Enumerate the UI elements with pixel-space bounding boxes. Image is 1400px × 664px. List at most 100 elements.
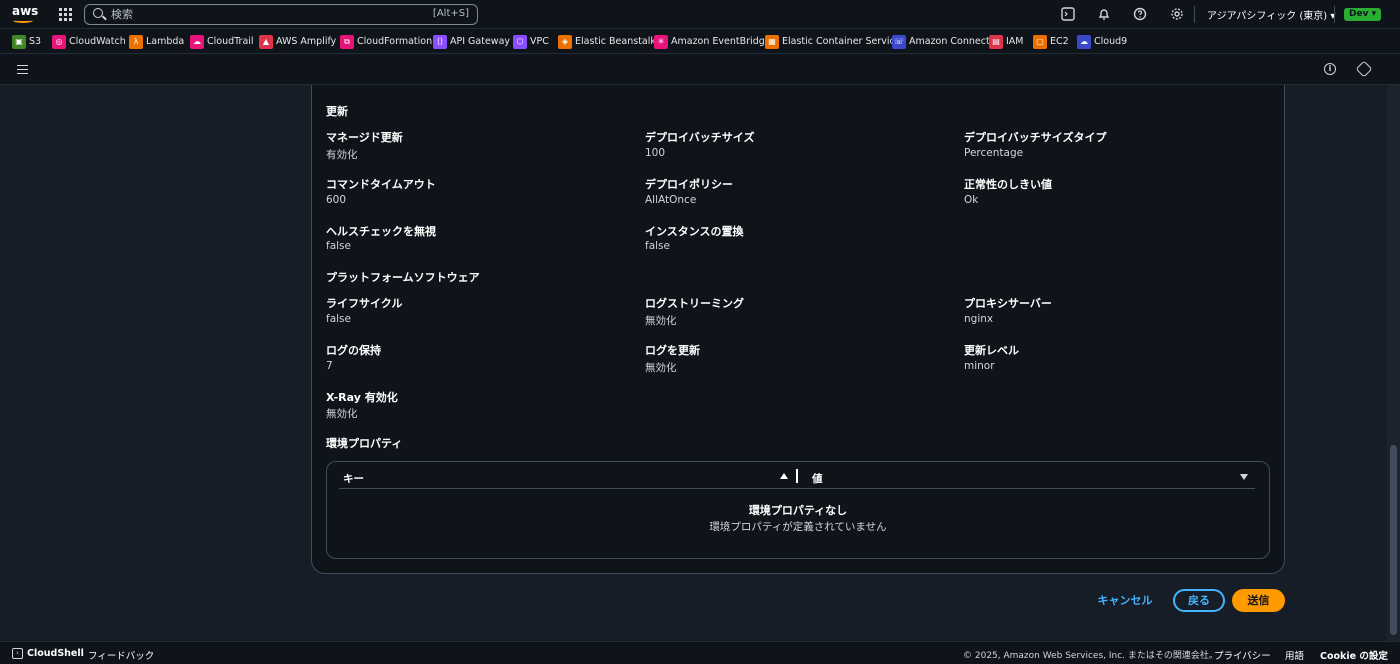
back-button[interactable]: 戻る	[1173, 589, 1225, 612]
favorite-label: Elastic Beanstalk	[575, 36, 656, 47]
update-level-label: 更新レベル	[964, 344, 1019, 357]
search-icon	[93, 8, 103, 18]
cloudformation-icon: ⧉	[340, 34, 354, 49]
env-properties-table: キー 値 環境プロパティなし 環境プロパティが定義されていません	[326, 461, 1270, 559]
favorites-bar: ▣ S3 ◎ CloudWatch λ Lambda ☁ CloudTrail ▲ AWS…	[0, 29, 1400, 54]
batch-size-type-label: デプロイバッチサイズタイプ	[964, 131, 1107, 144]
batch-size-type-value: Percentage	[964, 147, 1024, 159]
region-selector[interactable]: アジアパシフィック (東京) ▾	[1207, 7, 1335, 22]
cloudshell-link[interactable]: CloudShell	[27, 648, 84, 659]
instance-replacement-value: false	[645, 240, 670, 252]
content-header-bar: i	[0, 54, 1400, 85]
favorite-label: AWS Amplify	[276, 36, 337, 47]
favorite-label: API Gateway	[450, 36, 511, 47]
privacy-link[interactable]: プライバシー	[1214, 648, 1271, 662]
search-box[interactable]: [Alt+S]	[84, 4, 478, 25]
cloud9-icon: ☁	[1077, 34, 1091, 49]
empty-state-description: 環境プロパティが定義されていません	[709, 521, 887, 533]
submit-button[interactable]: 送信	[1232, 589, 1285, 612]
ignore-health-check-value: false	[326, 240, 351, 252]
log-retention-label: ログの保持	[326, 344, 381, 357]
log-update-value: 無効化	[645, 362, 677, 374]
favorite-lambda[interactable]: λ Lambda	[129, 34, 184, 49]
top-navigation: aws [Alt+S] アジアパシフィック (東京) ▾ Dev ▾	[0, 0, 1400, 29]
favorite-eventbridge[interactable]: ✳ Amazon EventBridge	[654, 34, 771, 49]
gear-icon[interactable]	[1170, 7, 1184, 21]
api-gateway-icon: ⟨⟩	[433, 34, 447, 49]
s3-icon: ▣	[12, 34, 26, 49]
connect-icon: ☏	[892, 34, 906, 49]
favorite-elastic-beanstalk[interactable]: ◈ Elastic Beanstalk	[558, 34, 656, 49]
copyright-text: © 2025, Amazon Web Services, Inc. またはその関…	[963, 651, 1218, 661]
favorite-label: CloudTrail	[207, 36, 254, 47]
scrollbar-thumb[interactable]	[1390, 445, 1397, 635]
batch-size-label: デプロイバッチサイズ	[645, 131, 755, 144]
health-threshold-value: Ok	[964, 194, 979, 206]
favorite-label: Lambda	[146, 36, 185, 47]
ignore-health-check-label: ヘルスチェックを無視	[326, 225, 436, 238]
favorite-ec2[interactable]: ▢ EC2	[1033, 34, 1069, 49]
settings-hexagon-icon[interactable]	[1355, 60, 1373, 78]
column-header-key[interactable]: キー	[343, 471, 364, 486]
cloudshell-icon[interactable]	[1061, 7, 1075, 21]
favorite-ecs[interactable]: ▦ Elastic Container Service	[765, 34, 901, 49]
cookie-settings-link[interactable]: Cookie の設定	[1320, 648, 1388, 662]
managed-update-label: マネージド更新	[326, 131, 403, 144]
favorite-api-gateway[interactable]: ⟨⟩ API Gateway	[433, 34, 510, 49]
log-retention-value: 7	[326, 360, 333, 372]
bell-icon[interactable]	[1097, 7, 1111, 21]
aws-logo[interactable]: aws	[12, 4, 38, 24]
cancel-button[interactable]: キャンセル	[1093, 590, 1157, 612]
terms-link[interactable]: 用語	[1285, 648, 1304, 662]
nav-divider	[1334, 6, 1335, 23]
log-update-label: ログを更新	[645, 344, 700, 357]
favorite-vpc[interactable]: ⬡ VPC	[513, 34, 549, 49]
empty-state-title: 環境プロパティなし	[748, 504, 848, 517]
cloudshell-footer-icon[interactable]: ›	[12, 648, 23, 659]
sort-ascending-icon[interactable]	[780, 473, 788, 479]
search-shortcut: [Alt+S]	[432, 8, 469, 19]
xray-label: X-Ray 有効化	[326, 391, 398, 404]
favorite-label: EC2	[1050, 36, 1069, 47]
iam-icon: ▤	[989, 34, 1003, 49]
favorite-label: Amazon EventBridge	[671, 36, 771, 47]
managed-update-value: 有効化	[326, 149, 358, 161]
favorite-cloudwatch[interactable]: ◎ CloudWatch	[52, 34, 126, 49]
favorite-iam[interactable]: ▤ IAM	[989, 34, 1024, 49]
deploy-policy-label: デプロイポリシー	[645, 178, 733, 191]
command-timeout-label: コマンドタイムアウト	[326, 178, 436, 191]
sort-descending-icon[interactable]	[1240, 474, 1248, 480]
search-input[interactable]	[111, 6, 411, 23]
favorite-cloudformation[interactable]: ⧉ CloudFormation	[340, 34, 432, 49]
platform-software-title: プラットフォームソフトウェア	[326, 271, 480, 284]
favorite-s3[interactable]: ▣ S3	[12, 34, 41, 49]
batch-size-value: 100	[645, 147, 666, 159]
amplify-icon: ▲	[259, 34, 273, 49]
eventbridge-icon: ✳	[654, 34, 668, 49]
favorite-label: CloudFormation	[357, 36, 433, 47]
nav-divider	[1194, 6, 1195, 23]
menu-icon[interactable]	[17, 65, 28, 74]
services-grid-icon[interactable]	[59, 8, 72, 21]
lifecycle-label: ライフサイクル	[326, 297, 403, 310]
favorite-cloudtrail[interactable]: ☁ CloudTrail	[190, 34, 254, 49]
lifecycle-value: false	[326, 313, 351, 325]
column-header-value[interactable]: 値	[812, 471, 823, 486]
table-header-divider	[339, 488, 1255, 489]
vpc-icon: ⬡	[513, 34, 527, 49]
feedback-link[interactable]: フィードバック	[88, 648, 154, 662]
favorite-label: Cloud9	[1094, 36, 1128, 47]
health-threshold-label: 正常性のしきい値	[964, 178, 1052, 191]
favorite-cloud9[interactable]: ☁ Cloud9	[1077, 34, 1127, 49]
vertical-scrollbar[interactable]	[1387, 85, 1400, 641]
favorite-amplify[interactable]: ▲ AWS Amplify	[259, 34, 336, 49]
favorite-amazon-connect[interactable]: ☏ Amazon Connect	[892, 34, 990, 49]
proxy-server-label: プロキシサーバー	[964, 297, 1052, 310]
help-icon[interactable]	[1133, 7, 1147, 21]
env-properties-title: 環境プロパティ	[326, 437, 403, 450]
column-resizer[interactable]	[796, 469, 798, 483]
log-streaming-label: ログストリーミング	[645, 297, 744, 310]
account-badge[interactable]: Dev ▾	[1344, 8, 1382, 21]
favorite-label: Amazon Connect	[909, 36, 990, 47]
info-icon[interactable]: i	[1324, 63, 1336, 75]
